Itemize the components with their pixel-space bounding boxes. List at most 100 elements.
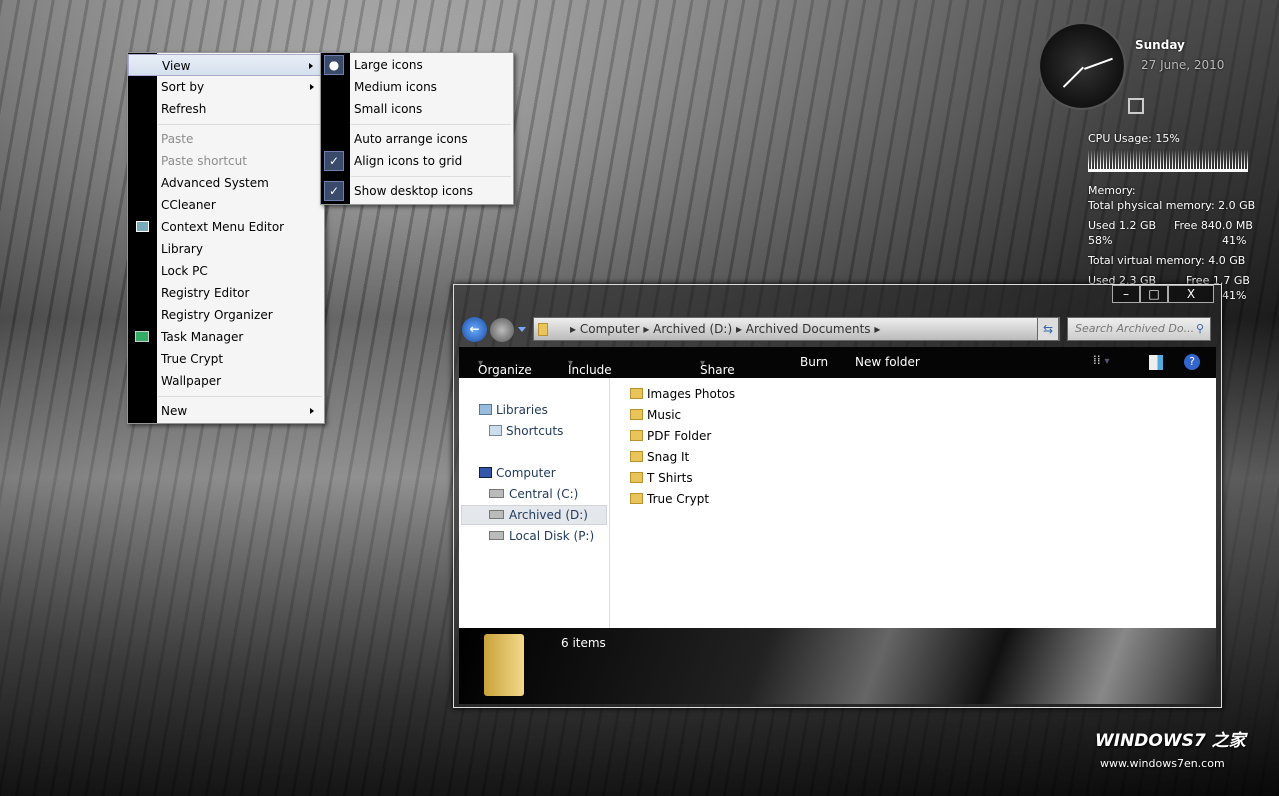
folder-item[interactable]: PDF Folder [630,426,711,446]
folder-item[interactable]: Images Photos [630,384,735,404]
menu-item-view[interactable]: View [128,54,324,76]
nav-drive-c[interactable]: Central (C:) [489,484,578,504]
maximize-button[interactable]: □ [1140,285,1168,303]
folder-icon [630,451,643,462]
search-input[interactable]: Search Archived Do... ⚲ [1067,317,1211,341]
refresh-button[interactable]: ⇆ [1037,317,1059,341]
desktop-context-menu: View Sort by Refresh Paste Paste shortcu… [127,52,325,424]
menu-label: View [162,59,191,73]
menu-item-large-icons[interactable]: ● Large icons [321,54,513,76]
folder-icon [630,388,643,399]
minimize-button[interactable]: – [1112,285,1140,303]
menu-item-auto-arrange[interactable]: Auto arrange icons [321,128,513,150]
drive-icon [489,489,504,498]
radio-selected-icon: ● [324,55,344,75]
menu-item-ccleaner[interactable]: CCleaner [128,194,324,216]
date-label: 27 June, 2010 [1141,58,1225,72]
menu-separator [351,176,511,177]
folder-icon [538,323,548,336]
drive-icon [489,510,504,519]
menu-item-advanced-system[interactable]: Advanced System [128,172,324,194]
menu-item-registry-organizer[interactable]: Registry Organizer [128,304,324,326]
menu-label: Large icons [354,58,423,72]
folder-item[interactable]: True Crypt [630,489,709,509]
libraries-icon [479,404,492,415]
nav-shortcuts[interactable]: Shortcuts [489,421,563,441]
explorer-window: – □ X ← ▸ Computer ▸ Archived (D:) ▸ Arc… [453,284,1222,708]
nav-drive-d[interactable]: Archived (D:) [489,505,588,525]
menu-label: Show desktop icons [354,184,474,198]
nav-drive-p[interactable]: Local Disk (P:) [489,526,594,546]
breadcrumb-computer[interactable]: Computer [580,322,640,336]
computer-icon [479,467,492,478]
menu-item-small-icons[interactable]: Small icons [321,98,513,120]
share-with-button[interactable]: Share with ▾ [700,355,735,391]
folder-icon [630,409,643,420]
menu-label: New [161,404,188,418]
physical-free-pct: 41% [1222,234,1247,247]
view-options-icon[interactable]: ⁞⁞ ▾ [1093,353,1109,367]
help-icon[interactable]: ? [1184,354,1200,370]
large-folder-icon [484,634,524,696]
organize-button[interactable]: Organize ▾ [478,355,532,377]
physical-used: Used 1.2 GB [1088,219,1157,232]
folder-item[interactable]: Music [630,405,681,425]
folder-icon [630,493,643,504]
close-button[interactable]: X [1168,285,1214,303]
menu-item-library[interactable]: Library [128,238,324,260]
menu-item-true-crypt[interactable]: True Crypt [128,348,324,370]
checkmark-icon: ✓ [324,181,344,201]
menu-item-align-to-grid[interactable]: ✓ Align icons to grid [321,150,513,172]
menu-item-refresh[interactable]: Refresh [128,98,324,120]
command-bar: Organize ▾ Include in library ▾ Share wi… [459,347,1216,405]
breadcrumb-archived-documents[interactable]: Archived Documents [746,322,871,336]
forward-button[interactable] [490,318,514,342]
shortcuts-icon [489,425,502,436]
details-pane: 6 items [459,628,1216,704]
nav-computer[interactable]: Computer [479,463,556,483]
drive-icon [489,531,504,540]
history-dropdown-icon[interactable] [518,327,526,332]
menu-separator [351,124,511,125]
burn-button[interactable]: Burn [800,355,828,369]
watermark-url: www.windows7en.com [1100,757,1225,770]
cpu-graph [1088,150,1248,172]
menu-item-lock-pc[interactable]: Lock PC [128,260,324,282]
address-bar[interactable]: ▸ Computer ▸ Archived (D:) ▸ Archived Do… [533,317,1060,341]
checkmark-icon: ✓ [324,151,344,171]
menu-item-show-desktop-icons[interactable]: ✓ Show desktop icons [321,180,513,202]
new-folder-button[interactable]: New folder [855,355,920,369]
item-count: 6 items [561,636,606,650]
menu-separator [158,124,322,125]
menu-separator [158,396,322,397]
nav-libraries[interactable]: Libraries [479,400,548,420]
submenu-arrow-icon [310,408,314,414]
menu-item-context-menu-editor[interactable]: Context Menu Editor [128,216,324,238]
physical-used-pct: 58% [1088,234,1113,247]
back-button[interactable]: ← [462,317,487,342]
menu-item-new[interactable]: New [128,400,324,422]
menu-label: Context Menu Editor [161,220,285,234]
folder-icon [630,472,643,483]
include-in-library-button[interactable]: Include in library ▾ [568,355,612,405]
physical-free: Free 840.0 MB [1174,219,1253,232]
submenu-arrow-icon [310,84,314,90]
preview-pane-icon[interactable] [1149,355,1163,370]
menu-item-sort-by[interactable]: Sort by [128,76,324,98]
virtual-free-pct: 41% [1222,289,1247,302]
memory-title: Memory: [1088,184,1136,197]
content-area: Libraries Shortcuts Computer Central (C:… [459,378,1216,628]
day-label: Sunday [1135,38,1185,52]
checkbox-icon[interactable] [1128,98,1144,114]
menu-item-paste[interactable]: Paste [128,128,324,150]
menu-item-registry-editor[interactable]: Registry Editor [128,282,324,304]
menu-item-paste-shortcut[interactable]: Paste shortcut [128,150,324,172]
clock-gadget[interactable] [1038,22,1126,110]
folder-item[interactable]: Snag It [630,447,689,467]
breadcrumb-archived-d[interactable]: Archived (D:) [653,322,732,336]
folder-item[interactable]: T Shirts [630,468,693,488]
menu-label: Align icons to grid [354,154,463,168]
menu-item-task-manager[interactable]: Task Manager [128,326,324,348]
menu-item-medium-icons[interactable]: Medium icons [321,76,513,98]
menu-item-wallpaper[interactable]: Wallpaper [128,370,324,392]
